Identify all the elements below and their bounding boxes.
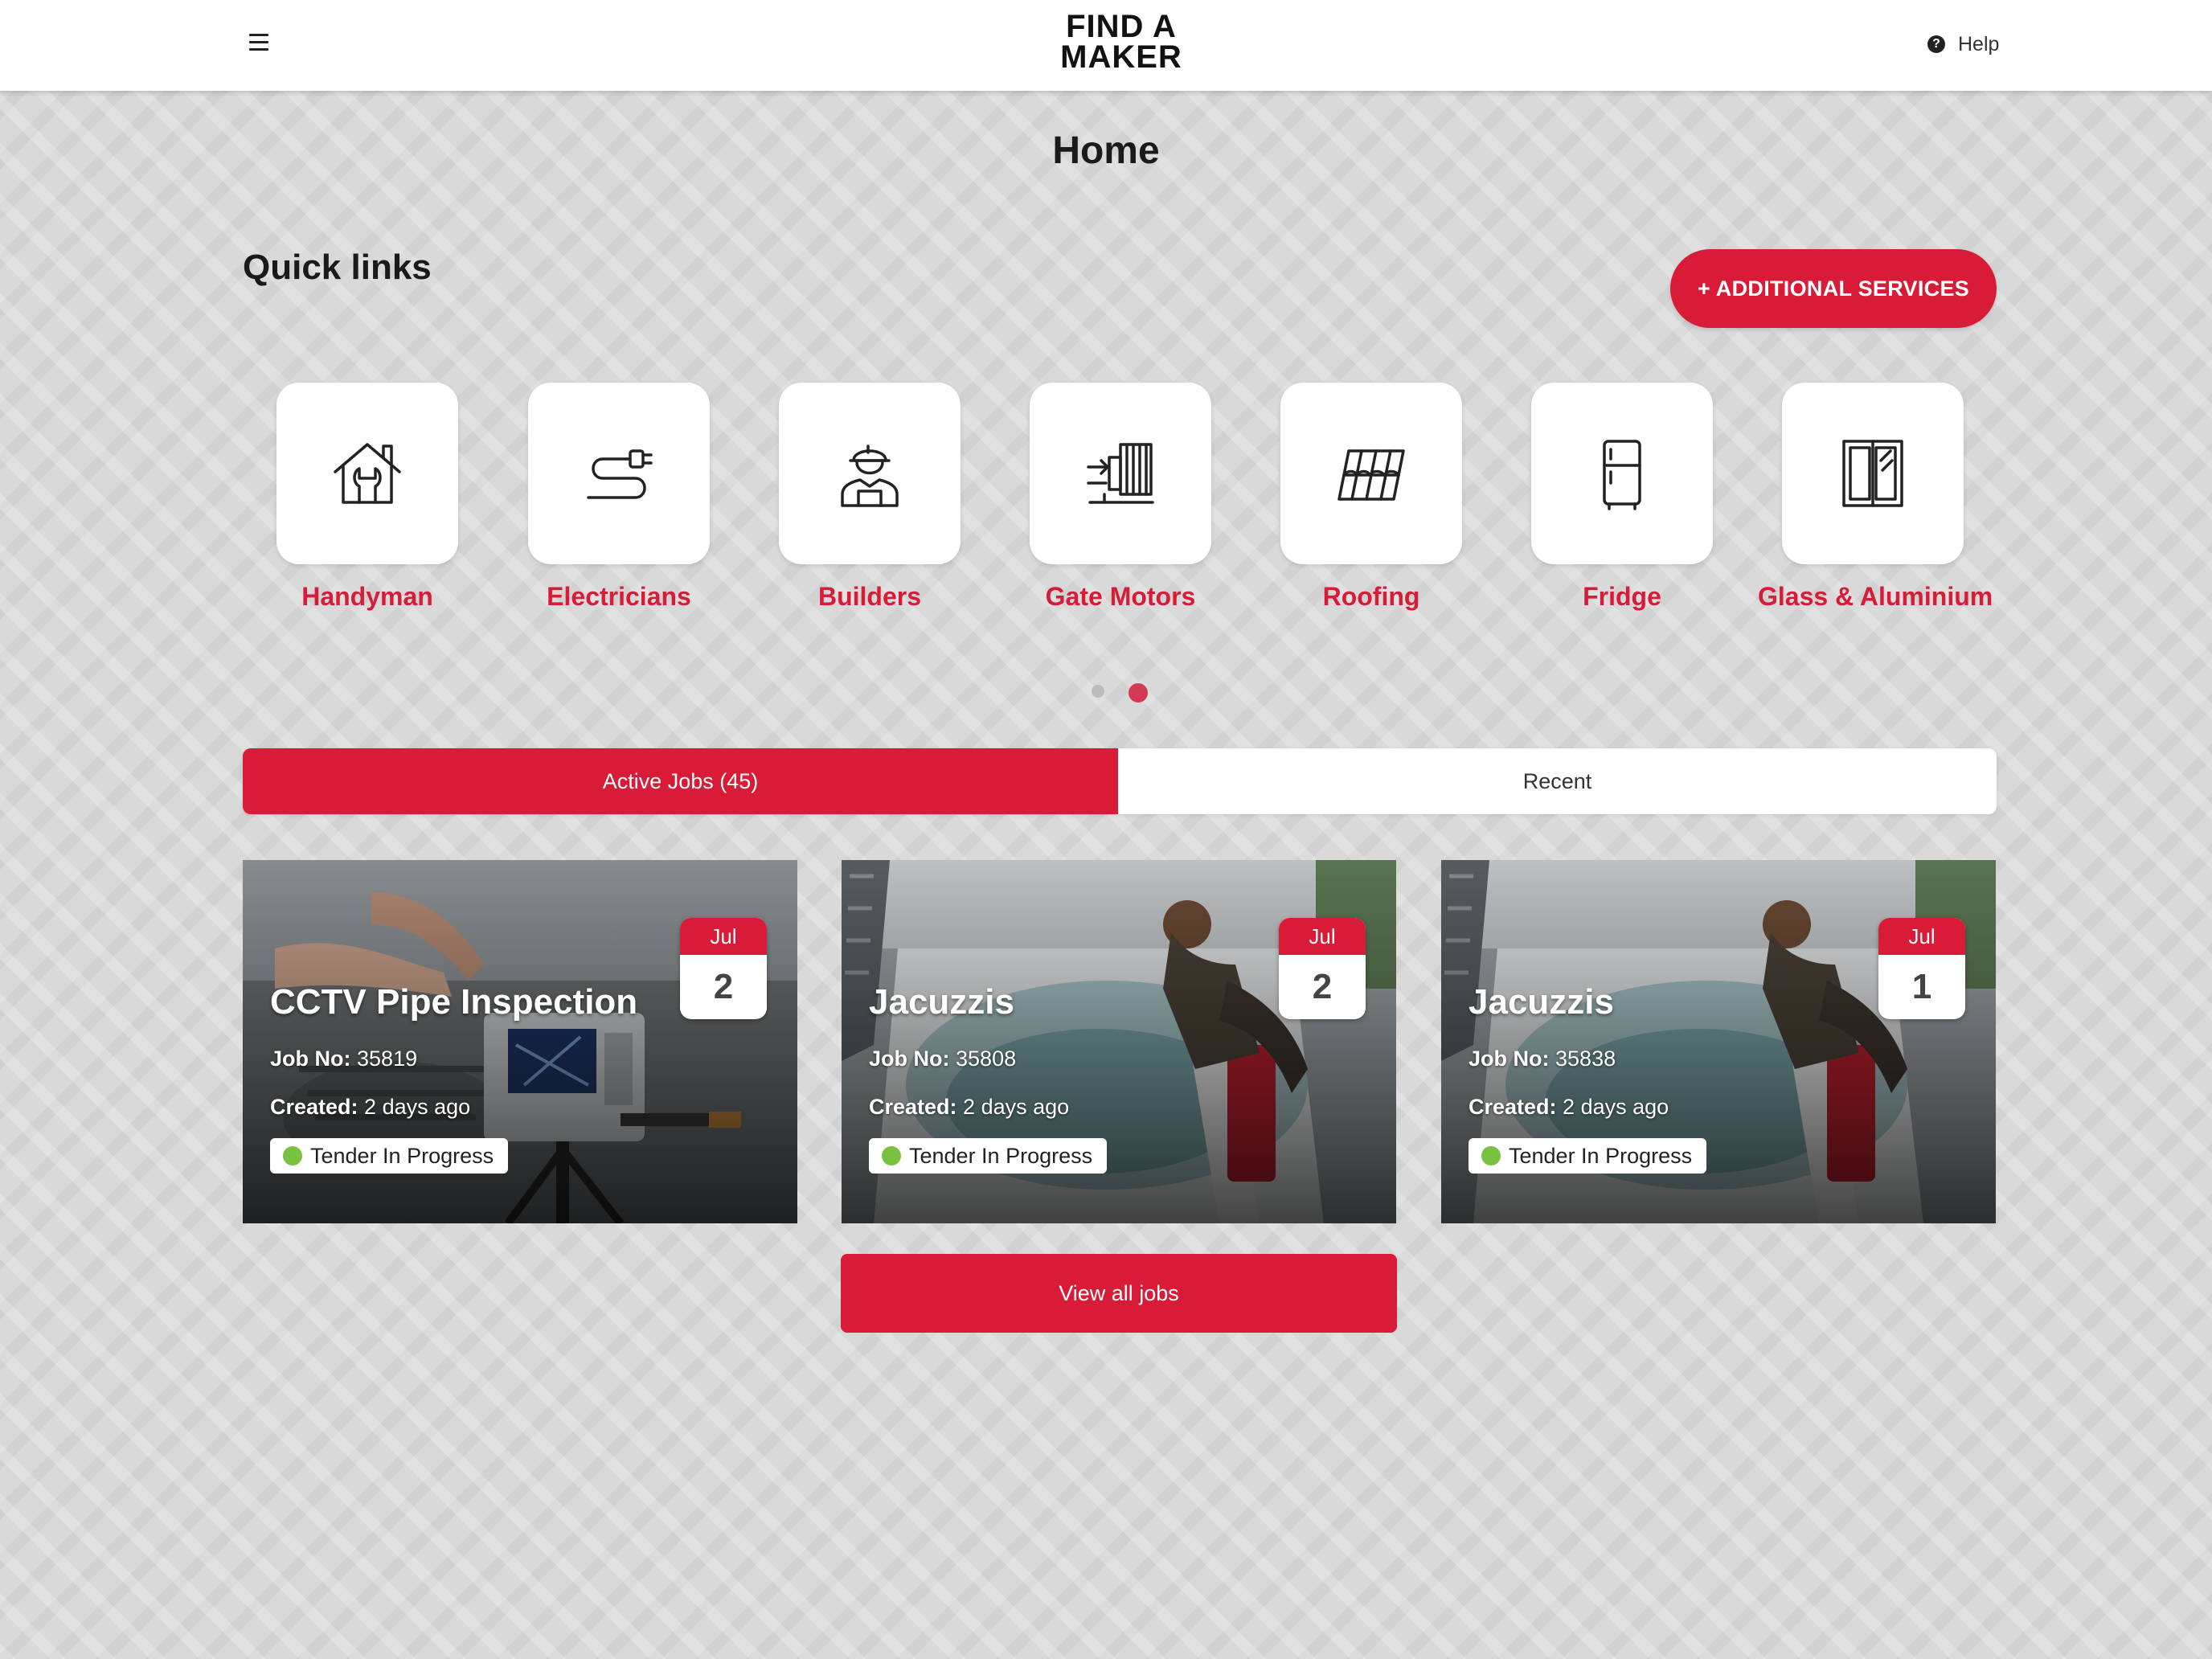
date-badge: Jul 2 xyxy=(680,918,767,1019)
job-number-value: 35819 xyxy=(357,1047,418,1071)
job-number: Job No: 35838 xyxy=(1469,1047,1616,1071)
job-title: CCTV Pipe Inspection xyxy=(270,982,638,1022)
view-all-jobs-button[interactable]: View all jobs xyxy=(841,1254,1397,1333)
status-dot-icon xyxy=(283,1146,302,1165)
status-label: Tender In Progress xyxy=(310,1143,494,1168)
quick-link-label: Handyman xyxy=(301,582,433,611)
job-created-label: Created: xyxy=(869,1095,957,1119)
quick-link-gate-motors[interactable]: Gate Motors xyxy=(1006,383,1235,612)
date-month: Jul xyxy=(680,918,767,955)
job-number-value: 35838 xyxy=(1555,1047,1616,1071)
additional-services-button[interactable]: + ADDITIONAL SERVICES xyxy=(1670,249,1997,328)
fridge-icon xyxy=(1603,440,1641,510)
job-created-label: Created: xyxy=(1469,1095,1557,1119)
quick-link-tile xyxy=(1782,383,1964,564)
roof-tiles-icon xyxy=(1337,449,1405,501)
date-month: Jul xyxy=(1279,918,1366,955)
job-card[interactable]: Jul 2 CCTV Pipe Inspection Job No: 35819… xyxy=(243,860,797,1223)
date-badge: Jul 2 xyxy=(1279,918,1366,1019)
job-created: Created: 2 days ago xyxy=(270,1095,470,1120)
job-created-value: 2 days ago xyxy=(1563,1095,1669,1119)
job-number: Job No: 35808 xyxy=(869,1047,1016,1071)
quick-link-tile xyxy=(1030,383,1211,564)
quick-link-tile xyxy=(1531,383,1713,564)
find-a-maker-logo[interactable]: FIND A MAKER xyxy=(1053,9,1190,77)
job-number-label: Job No: xyxy=(270,1047,351,1071)
job-card[interactable]: Jul 1 Jacuzzis Job No: 35838 Created: 2 … xyxy=(1441,860,1996,1223)
status-dot-icon xyxy=(1481,1146,1501,1165)
job-created-label: Created: xyxy=(270,1095,358,1119)
date-day: 1 xyxy=(1911,967,1932,1006)
plug-cable-icon xyxy=(587,449,653,499)
quick-link-tile xyxy=(528,383,710,564)
quick-link-glass-aluminium[interactable]: Glass & Aluminium xyxy=(1758,383,1993,612)
status-label: Tender In Progress xyxy=(909,1143,1093,1168)
job-created-value: 2 days ago xyxy=(364,1095,471,1119)
status-label: Tender In Progress xyxy=(1509,1143,1693,1168)
jobs-tabs: Active Jobs (45) Recent xyxy=(243,748,1997,814)
date-month: Jul xyxy=(1878,918,1965,955)
job-created-value: 2 days ago xyxy=(963,1095,1070,1119)
quick-link-label: Glass & Aluminium xyxy=(1758,582,1993,611)
quick-link-builders[interactable]: Builders xyxy=(755,383,985,612)
house-wrench-icon xyxy=(334,443,401,504)
quick-link-label: Fridge xyxy=(1583,582,1661,611)
date-day: 2 xyxy=(1312,967,1333,1006)
date-badge: Jul 1 xyxy=(1878,918,1965,1019)
top-bar: FIND A MAKER ? Help xyxy=(0,0,2212,91)
quick-link-handyman[interactable]: Handyman xyxy=(252,383,482,612)
help-label: Help xyxy=(1958,32,2000,55)
quick-link-label: Electricians xyxy=(547,582,691,611)
quick-link-tile xyxy=(1280,383,1462,564)
quick-link-label: Gate Motors xyxy=(1045,582,1196,611)
window-icon xyxy=(1842,440,1903,507)
job-title: Jacuzzis xyxy=(1469,982,1614,1022)
job-number-value: 35808 xyxy=(956,1047,1017,1071)
date-day: 2 xyxy=(713,967,734,1006)
logo-line-2: MAKER xyxy=(1060,39,1182,75)
question-circle-icon: ? xyxy=(1927,35,1945,53)
job-card[interactable]: Jul 2 Jacuzzis Job No: 35808 Created: 2 … xyxy=(842,860,1396,1223)
job-number: Job No: 35819 xyxy=(270,1047,417,1071)
status-badge: Tender In Progress xyxy=(270,1138,509,1174)
gate-motor-icon xyxy=(1087,443,1154,504)
page-title: Home xyxy=(1052,129,1160,172)
builder-worker-icon xyxy=(841,444,899,507)
quick-link-electricians[interactable]: Electricians xyxy=(504,383,734,612)
quick-link-tile xyxy=(779,383,961,564)
status-badge: Tender In Progress xyxy=(1469,1138,1707,1174)
logo-line-1: FIND A xyxy=(1066,9,1177,44)
help-link[interactable]: ? Help xyxy=(1927,31,1999,58)
hamburger-menu-icon[interactable] xyxy=(246,29,272,58)
quick-link-fridge[interactable]: Fridge xyxy=(1507,383,1737,612)
status-dot-icon xyxy=(882,1146,901,1165)
carousel-dot-1[interactable] xyxy=(1092,685,1104,698)
quick-link-label: Builders xyxy=(817,582,922,611)
job-number-label: Job No: xyxy=(1469,1047,1550,1071)
job-created: Created: 2 days ago xyxy=(869,1095,1069,1120)
quick-link-roofing[interactable]: Roofing xyxy=(1256,383,1486,612)
tab-active-jobs[interactable]: Active Jobs (45) xyxy=(243,748,1118,814)
job-created: Created: 2 days ago xyxy=(1469,1095,1669,1120)
quick-link-tile xyxy=(276,383,458,564)
job-number-label: Job No: xyxy=(869,1047,950,1071)
job-title: Jacuzzis xyxy=(869,982,1014,1022)
carousel-dot-2-active[interactable] xyxy=(1129,683,1148,703)
quick-link-label: Roofing xyxy=(1322,582,1420,611)
quick-links-title: Quick links xyxy=(243,248,432,287)
status-badge: Tender In Progress xyxy=(869,1138,1108,1174)
tab-recent[interactable]: Recent xyxy=(1118,748,1997,814)
